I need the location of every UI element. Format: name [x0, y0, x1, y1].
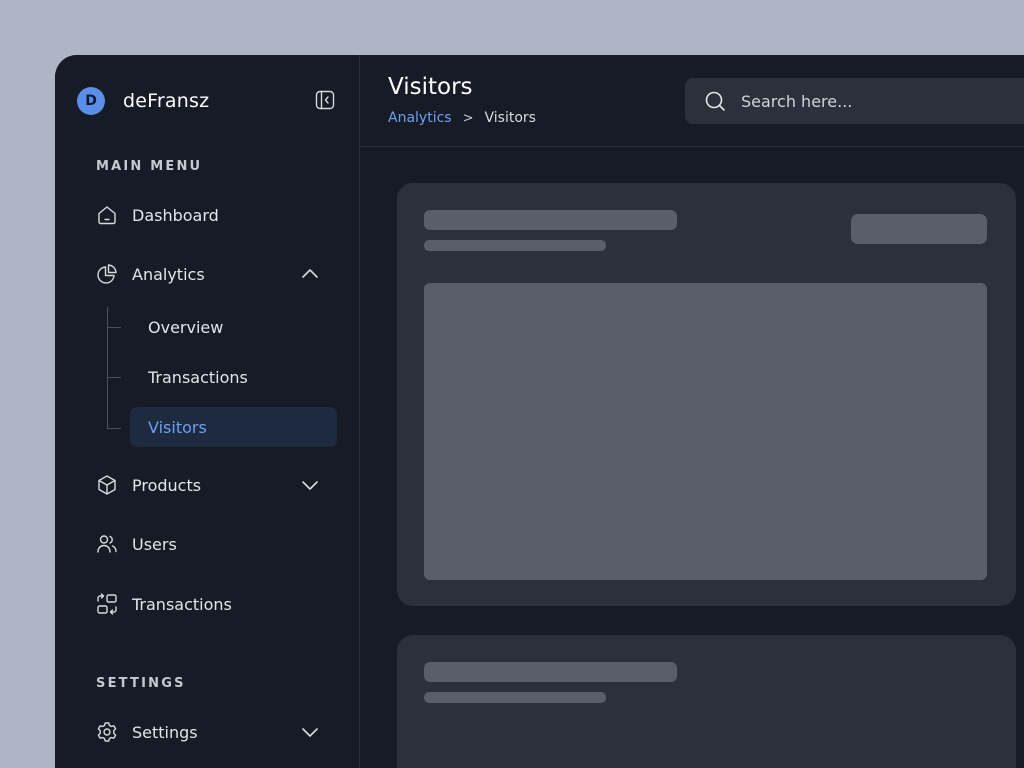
submenu-item-label: Visitors [148, 417, 207, 437]
box-icon [95, 473, 119, 497]
skeleton-action-button [851, 214, 987, 244]
main-menu-label: MAIN MENU [96, 159, 203, 174]
skeleton-subtitle [424, 692, 606, 703]
content-card-secondary [397, 635, 1016, 768]
submenu-branch [107, 327, 121, 328]
sidebar-item-settings[interactable]: Settings [95, 719, 320, 745]
skeleton-title [424, 210, 677, 230]
breadcrumb: Analytics > Visitors [388, 110, 536, 126]
collapse-sidebar-icon[interactable] [315, 90, 335, 110]
users-icon [95, 532, 119, 556]
submenu-item-visitors[interactable]: Visitors [130, 407, 337, 447]
submenu-item-label: Transactions [148, 367, 248, 387]
submenu-branch [107, 428, 121, 429]
skeleton-chart-area [424, 283, 987, 580]
home-icon [95, 203, 119, 227]
sidebar-item-label: Products [132, 475, 202, 495]
submenu-tree-line [107, 307, 108, 429]
sidebar-item-label: Dashboard [132, 205, 219, 225]
page-header: Visitors Analytics > Visitors [360, 55, 1024, 147]
sidebar-item-products[interactable]: Products [95, 472, 320, 498]
sidebar-item-transactions[interactable]: Transactions [95, 591, 320, 617]
sidebar-item-label: Settings [132, 722, 198, 742]
skeleton-subtitle [424, 240, 606, 251]
transactions-icon [95, 592, 119, 616]
sidebar-item-dashboard[interactable]: Dashboard [95, 202, 320, 228]
settings-section-label: SETTINGS [96, 676, 186, 691]
sidebar-item-users[interactable]: Users [95, 531, 320, 557]
brand-name: deFransz [123, 90, 210, 112]
sidebar: D deFransz MAIN MENU Dashboard Analytics… [55, 55, 360, 768]
pie-chart-icon [95, 262, 119, 286]
sidebar-item-analytics[interactable]: Analytics [95, 261, 320, 287]
app-window: D deFransz MAIN MENU Dashboard Analytics… [55, 55, 1024, 768]
chevron-down-icon[interactable] [300, 475, 320, 495]
submenu-item-label: Overview [148, 317, 224, 337]
search-input[interactable] [739, 90, 1024, 112]
breadcrumb-separator-icon: > [462, 110, 474, 126]
sidebar-item-label: Analytics [132, 264, 205, 284]
search-icon [703, 89, 727, 113]
submenu-branch [107, 377, 121, 378]
breadcrumb-current: Visitors [484, 110, 536, 126]
brand[interactable]: D deFransz [77, 87, 209, 115]
skeleton-title [424, 662, 677, 682]
chevron-up-icon[interactable] [300, 264, 320, 284]
content-card-chart [397, 183, 1016, 606]
search-bar[interactable] [685, 78, 1024, 124]
submenu-item-overview[interactable]: Overview [130, 307, 337, 347]
sidebar-item-label: Users [132, 534, 177, 554]
brand-logo: D [77, 87, 105, 115]
sidebar-item-label: Transactions [132, 594, 232, 614]
submenu-item-transactions[interactable]: Transactions [130, 357, 337, 397]
page-title: Visitors [388, 74, 473, 100]
chevron-down-icon[interactable] [300, 722, 320, 742]
gear-icon [95, 720, 119, 744]
breadcrumb-link-analytics[interactable]: Analytics [388, 110, 452, 126]
